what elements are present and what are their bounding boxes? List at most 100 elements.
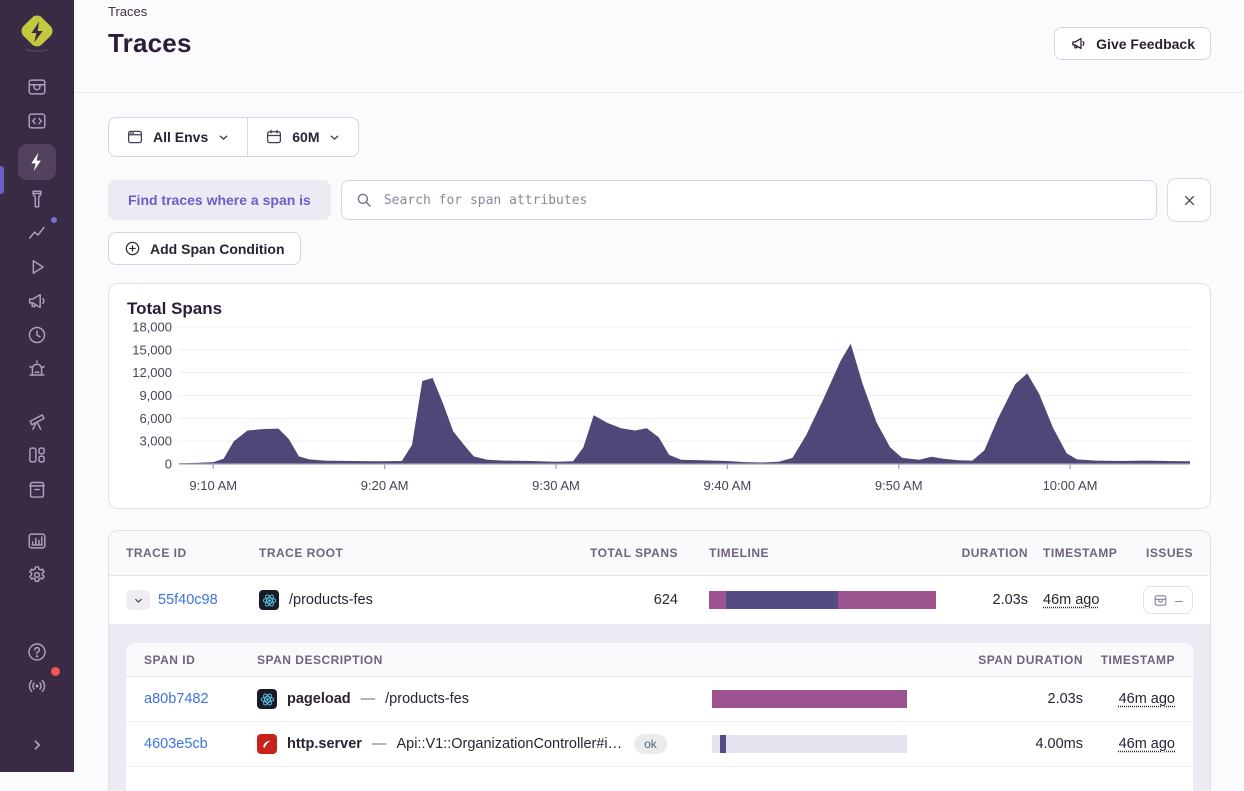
- breadcrumb[interactable]: Traces: [108, 4, 1211, 19]
- play-icon: [26, 256, 48, 278]
- sidebar-item-history[interactable]: [18, 319, 56, 352]
- siren-icon: [26, 358, 48, 380]
- broadcast-icon: [26, 675, 48, 697]
- trace-issues-button[interactable]: –: [1143, 586, 1193, 614]
- total-spans-panel: Total Spans 03,0006,0009,00012,00015,000…: [108, 283, 1211, 509]
- span-timestamp[interactable]: 46m ago: [1119, 736, 1175, 752]
- dashboard-layout-icon: [26, 444, 48, 466]
- metrics-notification-dot: [49, 215, 59, 225]
- col-span-description: SPAN DESCRIPTION: [257, 653, 706, 667]
- sidebar-item-stats[interactable]: [18, 525, 56, 558]
- sidebar-item-releases[interactable]: [18, 473, 56, 506]
- trace-timestamp[interactable]: 46m ago: [1043, 592, 1099, 608]
- search-icon: [355, 191, 373, 209]
- span-timestamp[interactable]: 46m ago: [1119, 691, 1175, 707]
- span-duration: 4.00ms: [911, 736, 1083, 752]
- plus-circle-icon: [124, 240, 141, 257]
- add-span-condition-label: Add Span Condition: [150, 241, 285, 257]
- svg-text:6,000: 6,000: [139, 411, 172, 426]
- sidebar-item-dashboards[interactable]: [18, 439, 56, 472]
- separator: —: [372, 736, 387, 752]
- sidebar-footer: [18, 635, 56, 763]
- span-row: a80b7482 pageload — /products-fes 2.03s: [126, 677, 1193, 722]
- sidebar-item-projects[interactable]: [18, 105, 56, 138]
- traces-table-header: TRACE ID TRACE ROOT TOTAL SPANS TIMELINE…: [109, 531, 1210, 576]
- bar-chart-icon: [26, 530, 48, 552]
- sidebar-item-help[interactable]: [18, 635, 56, 668]
- chevron-right-icon: [27, 735, 47, 755]
- span-op: pageload: [287, 691, 351, 707]
- sidebar-item-issues[interactable]: [18, 71, 56, 104]
- time-period-filter[interactable]: 60M: [248, 118, 358, 156]
- issues-inbox-icon: [26, 76, 48, 98]
- span-description: /products-fes: [385, 691, 469, 707]
- remove-condition-button[interactable]: [1167, 178, 1211, 222]
- react-platform-icon: [257, 689, 277, 709]
- give-feedback-button[interactable]: Give Feedback: [1054, 27, 1211, 60]
- sidebar-nav: [18, 70, 56, 592]
- span-id-link[interactable]: 4603e5cb: [144, 736, 208, 752]
- svg-text:9:50 AM: 9:50 AM: [875, 478, 923, 493]
- telescope-icon: [26, 410, 48, 432]
- environment-icon: [126, 128, 144, 146]
- span-timeline-bar: [712, 690, 907, 708]
- col-span-id: SPAN ID: [144, 653, 257, 667]
- clock-history-icon: [26, 324, 48, 346]
- megaphone-icon: [1070, 35, 1087, 52]
- time-period-label: 60M: [292, 129, 319, 145]
- col-timeline: TIMELINE: [678, 546, 940, 560]
- span-status-badge: ok: [634, 734, 667, 754]
- span-timeline-bar: [712, 735, 907, 753]
- span-id-link[interactable]: a80b7482: [144, 691, 209, 707]
- chevron-down-icon: [328, 131, 341, 144]
- span-attributes-search[interactable]: [341, 180, 1157, 220]
- svg-text:18,000: 18,000: [132, 320, 172, 335]
- svg-text:3,000: 3,000: [139, 434, 172, 449]
- environment-filter[interactable]: All Envs: [109, 118, 247, 156]
- issues-count-value: –: [1175, 592, 1183, 608]
- add-span-condition-button[interactable]: Add Span Condition: [108, 232, 301, 265]
- sidebar-item-metrics[interactable]: [18, 217, 56, 250]
- total-spans-chart: 03,0006,0009,00012,00015,00018,0009:10 A…: [127, 319, 1193, 502]
- close-icon: [1181, 192, 1198, 209]
- sidebar-item-settings[interactable]: [18, 559, 56, 592]
- sidebar-item-profiling[interactable]: [18, 183, 56, 216]
- issues-inbox-icon: [1153, 593, 1168, 608]
- sentry-logo[interactable]: [15, 10, 59, 56]
- whats-new-notification-dot: [49, 665, 62, 678]
- spans-table: SPAN ID SPAN DESCRIPTION SPAN DURATION T…: [126, 643, 1193, 791]
- collapse-trace-button[interactable]: [126, 590, 150, 610]
- sidebar-item-explore[interactable]: [18, 405, 56, 438]
- trace-id-link[interactable]: 55f40c98: [158, 592, 218, 608]
- expanded-trace-section: SPAN ID SPAN DESCRIPTION SPAN DURATION T…: [109, 624, 1210, 791]
- search-input[interactable]: [382, 192, 1143, 209]
- svg-text:12,000: 12,000: [132, 365, 172, 380]
- sidebar-item-alerts[interactable]: [18, 353, 56, 386]
- find-traces-pill: Find traces where a span is: [108, 180, 331, 220]
- help-question-icon: [26, 641, 48, 663]
- sidebar-item-replays[interactable]: [18, 251, 56, 284]
- trace-root-label: /products-fes: [289, 592, 373, 608]
- react-platform-icon: [259, 590, 279, 610]
- sidebar-item-traces[interactable]: [18, 144, 56, 180]
- line-chart-icon: [26, 222, 48, 244]
- flashlight-icon: [26, 188, 48, 210]
- megaphone-icon: [26, 290, 48, 312]
- sidebar-collapse-button[interactable]: [18, 729, 56, 762]
- trace-row: 55f40c98 /products-fes 624 2.03s 46m ago: [109, 576, 1210, 624]
- total-spans-value: 624: [568, 592, 678, 608]
- environment-filter-label: All Envs: [153, 129, 208, 145]
- give-feedback-label: Give Feedback: [1096, 36, 1195, 52]
- svg-text:9:40 AM: 9:40 AM: [703, 478, 751, 493]
- spans-table-header: SPAN ID SPAN DESCRIPTION SPAN DURATION T…: [126, 643, 1193, 677]
- col-span-duration: SPAN DURATION: [911, 653, 1083, 667]
- calendar-icon: [265, 128, 283, 146]
- col-span-timestamp: TIMESTAMP: [1083, 653, 1175, 667]
- svg-text:9:30 AM: 9:30 AM: [532, 478, 580, 493]
- svg-text:15,000: 15,000: [132, 342, 172, 357]
- sidebar-item-user-feedback[interactable]: [18, 285, 56, 318]
- main-content: Traces Traces Give Feedback All Envs: [74, 0, 1244, 772]
- sidebar-item-whats-new[interactable]: [18, 669, 56, 702]
- span-description: Api::V1::OrganizationController#i…: [396, 736, 622, 752]
- svg-text:9,000: 9,000: [139, 388, 172, 403]
